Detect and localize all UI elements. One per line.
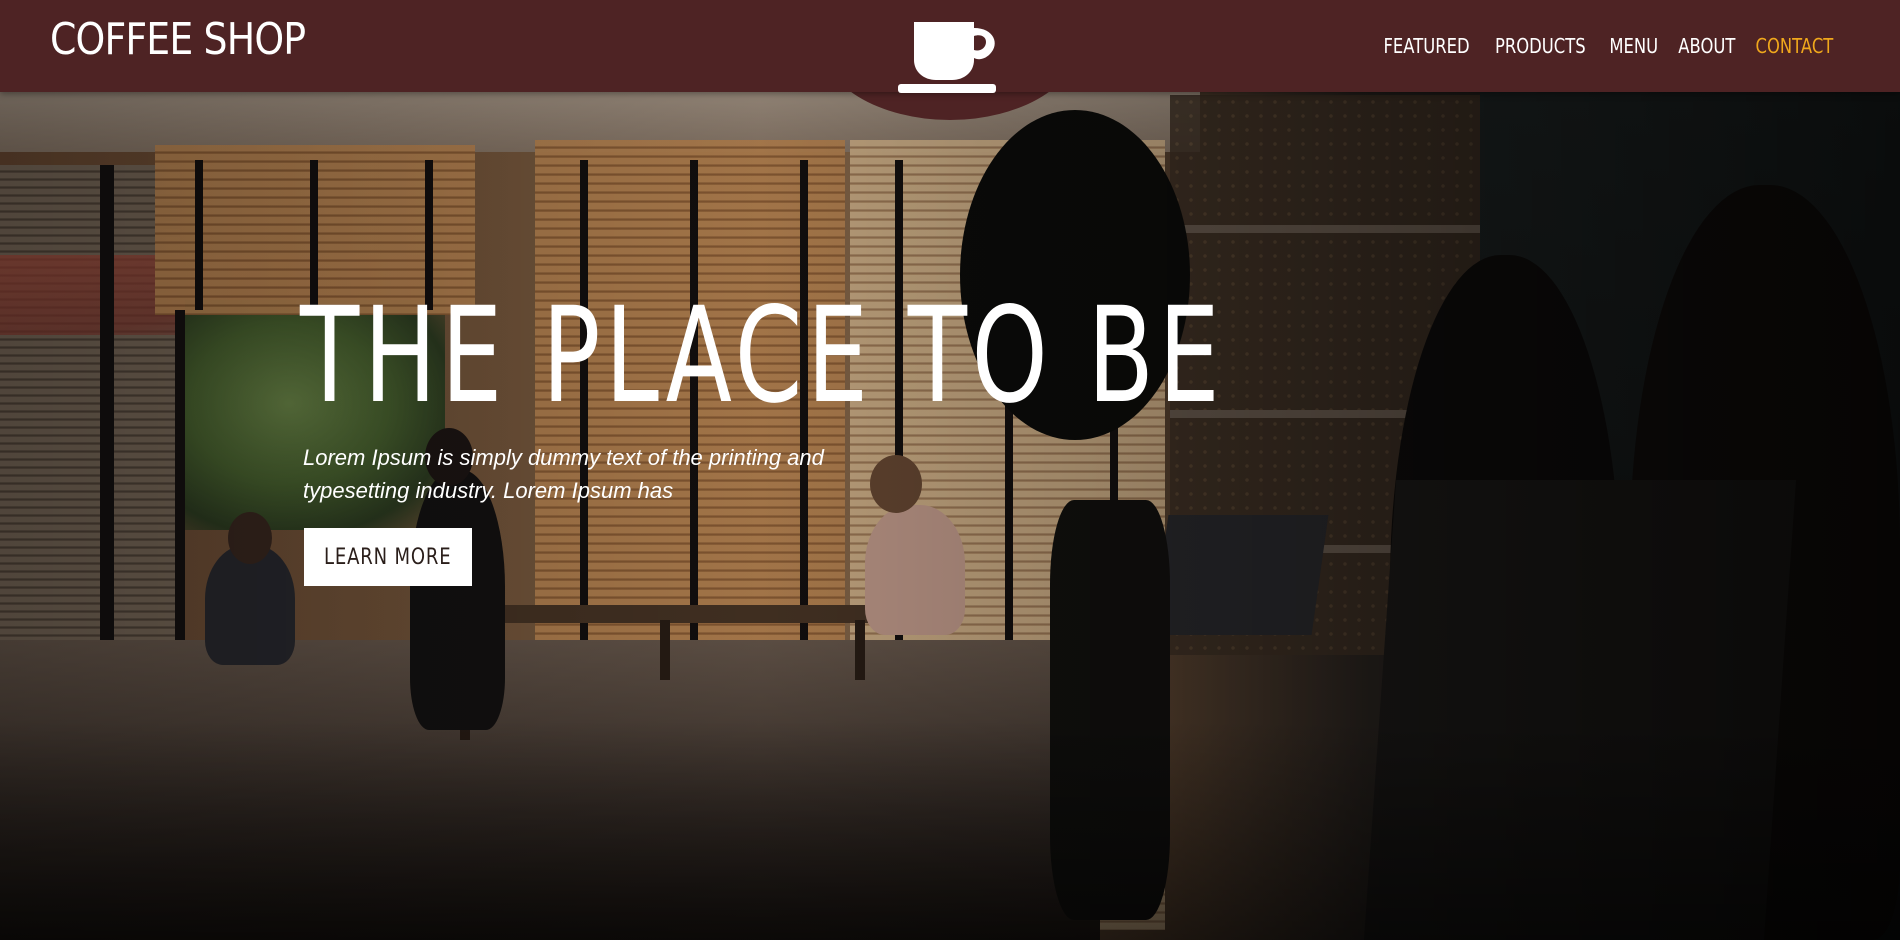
- brand-name[interactable]: COFFEE SHOP: [50, 14, 306, 65]
- nav-link-featured[interactable]: FEATURED: [1384, 34, 1470, 58]
- hero-section: THE PLACE TO BE Lorem Ipsum is simply du…: [300, 279, 1557, 586]
- coffee-cup-icon[interactable]: [898, 18, 1000, 94]
- nav-link-menu[interactable]: MENU: [1609, 34, 1658, 58]
- hero-background: [0, 0, 1900, 940]
- hero-title: THE PLACE TO BE: [300, 279, 1225, 433]
- overlay: [0, 720, 1900, 940]
- learn-more-button[interactable]: LEARN MORE: [304, 528, 472, 586]
- nav-link-contact[interactable]: CONTACT: [1756, 34, 1834, 58]
- nav-link-about[interactable]: ABOUT: [1678, 34, 1735, 58]
- nav-menu: FEATURED PRODUCTS MENU ABOUT CONTACT: [1374, 0, 1900, 92]
- hero-description: Lorem Ipsum is simply dummy text of the …: [303, 445, 824, 503]
- navbar: COFFEE SHOP FEATURED PRODUCTS MENU ABOUT…: [0, 0, 1900, 94]
- learn-more-label: LEARN MORE: [324, 544, 452, 570]
- nav-link-products[interactable]: PRODUCTS: [1495, 34, 1586, 58]
